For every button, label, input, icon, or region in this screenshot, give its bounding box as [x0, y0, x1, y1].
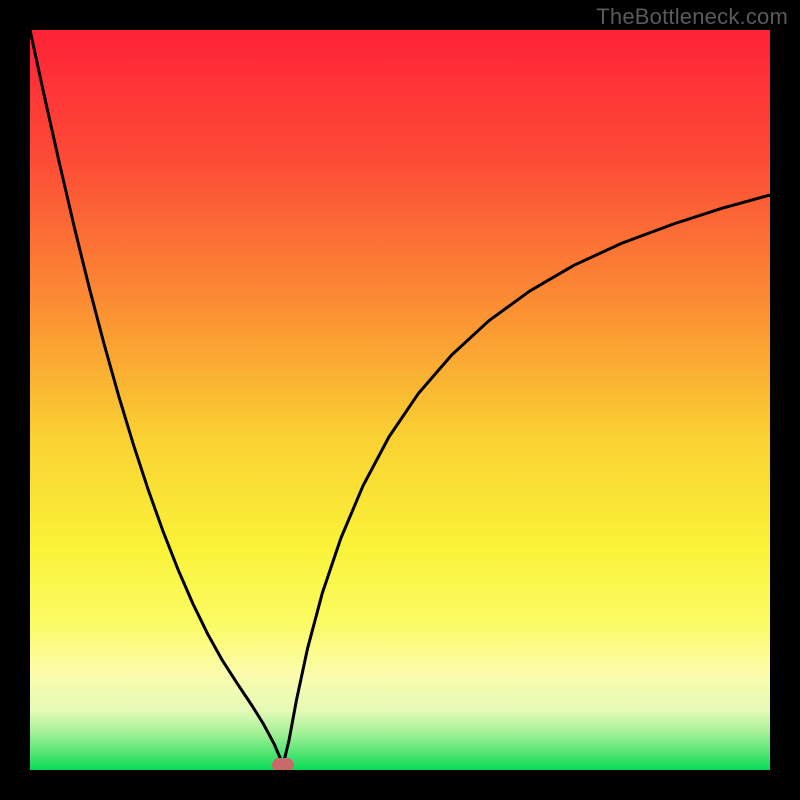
- bottleneck-curve: [30, 30, 770, 765]
- watermark-text: TheBottleneck.com: [596, 4, 788, 30]
- curve-layer: [30, 30, 770, 770]
- minimum-marker: [272, 758, 294, 770]
- chart-plot-area: [30, 30, 770, 770]
